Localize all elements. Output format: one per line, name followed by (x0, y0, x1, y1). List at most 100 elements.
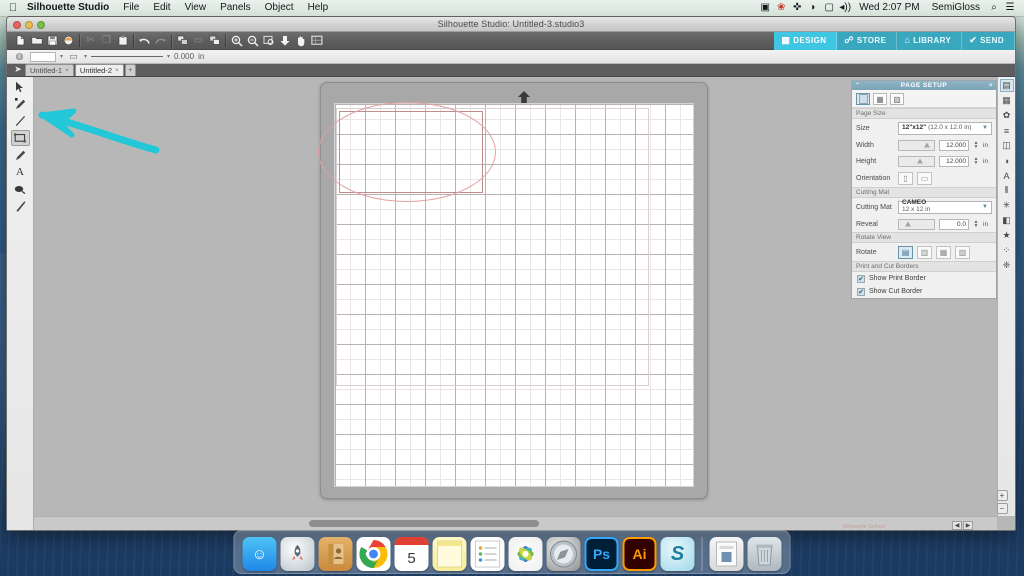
dock-chrome[interactable] (356, 537, 391, 571)
tab-design[interactable]: ▦ DESIGN (774, 31, 838, 50)
dock-photos[interactable] (508, 537, 543, 571)
airplay-icon[interactable]: ▢ (821, 0, 837, 16)
cut-button[interactable]: ✄ (83, 33, 98, 48)
width-input[interactable]: 12.000 (939, 139, 969, 151)
weld-icon[interactable] (207, 33, 222, 48)
horizontal-scrollbar[interactable]: Silhouette School ◀ ▶ (34, 516, 997, 530)
page-setup-rail-icon[interactable]: ▤ (999, 79, 1014, 92)
rectangle-tool[interactable] (10, 130, 30, 146)
dock-document[interactable] (709, 537, 744, 571)
chevron-icon[interactable]: ⌃ (855, 82, 861, 89)
close-icon[interactable]: × (989, 83, 993, 89)
document-tab-untitled-2[interactable]: Untitled-2 × (74, 64, 124, 76)
line-style-preview[interactable] (91, 52, 164, 62)
menu-bar-user[interactable]: SemiGloss (926, 0, 986, 16)
eraser-tool[interactable] (11, 181, 30, 197)
panel-titlebar[interactable]: ⌃ PAGE SETUP × (852, 81, 996, 90)
line-chevron-down-icon[interactable]: ▾ (84, 53, 87, 60)
copy-button[interactable]: ❐ (99, 33, 114, 48)
fill-rail-icon[interactable]: ◧ (1000, 214, 1014, 227)
page-size-select[interactable]: 12"x12" (12.0 x 12.0 in) ▼ (898, 121, 992, 135)
zoom-selection-icon[interactable] (261, 33, 276, 48)
close-icon[interactable]: × (65, 67, 69, 74)
dock-photoshop[interactable]: Ps (584, 537, 619, 571)
height-slider[interactable] (898, 155, 935, 167)
tracing-rail-icon[interactable]: ❈ (1000, 259, 1014, 272)
dock-reminders[interactable] (470, 537, 505, 571)
fill-chevron-down-icon[interactable]: ▾ (60, 53, 63, 60)
dock-finder[interactable]: ☺ (242, 537, 277, 571)
new-document-button[interactable] (13, 33, 28, 48)
effects-rail-icon[interactable]: ✳ (1000, 199, 1014, 212)
reveal-input[interactable]: 0.0 (939, 218, 969, 230)
window-titlebar[interactable]: Silhouette Studio: Untitled-3.studio3 (7, 17, 1015, 32)
show-cut-border-checkbox[interactable]: ✔ Show Cut Border (852, 285, 996, 298)
portrait-icon[interactable]: ▯ (898, 171, 913, 185)
chevron-down-icon[interactable]: ▼ (982, 204, 988, 210)
apple-logo-icon[interactable]:  (6, 2, 20, 14)
down-arrow-icon[interactable] (277, 33, 292, 48)
wifi-icon[interactable]: ◗ (805, 0, 821, 16)
tab-store[interactable]: ☍ STORE (837, 31, 898, 50)
tab-library[interactable]: ⌂ LIBRARY (897, 31, 963, 50)
text-tool[interactable]: A (11, 164, 30, 180)
dock-trash[interactable] (747, 537, 782, 571)
rotate-0-icon[interactable]: ▤ (898, 245, 913, 259)
fit-window-icon[interactable] (309, 33, 324, 48)
width-slider[interactable] (898, 139, 935, 151)
line-width-value[interactable]: 0.000 (174, 52, 194, 61)
dock-silhouette-studio[interactable]: S (660, 537, 695, 571)
save-document-button[interactable] (45, 33, 60, 48)
text-style-rail-icon[interactable]: A (1000, 169, 1014, 182)
redo-arrow-icon[interactable] (153, 33, 168, 48)
line-tool[interactable] (11, 113, 30, 129)
menu-app-name[interactable]: Silhouette Studio (20, 0, 116, 16)
dock-launchpad[interactable] (280, 537, 315, 571)
group-icon[interactable] (175, 33, 190, 48)
cut-settings-rail-icon[interactable]: ▦ (1000, 94, 1014, 107)
store-rail-icon[interactable]: ⁘ (1000, 244, 1014, 257)
fill-swatch-icon[interactable]: ◍ (13, 51, 26, 62)
reveal-stepper[interactable]: ▲ ▼ (973, 220, 979, 229)
magnifier-plus-icon[interactable] (229, 33, 244, 48)
close-icon[interactable]: × (115, 67, 119, 74)
page-grid[interactable] (318, 102, 694, 487)
bluetooth-icon[interactable]: ✜ (789, 0, 805, 16)
zoom-in-button[interactable]: + (996, 490, 1008, 501)
select-tool[interactable] (11, 79, 30, 95)
rotate-180-icon[interactable]: ▦ (936, 245, 951, 259)
menu-bar-clock[interactable]: Wed 2:07 PM (853, 0, 925, 16)
hand-icon[interactable] (293, 33, 308, 48)
nav-prev-button[interactable]: ◀ (952, 521, 962, 530)
nav-next-button[interactable]: ▶ (963, 521, 973, 530)
document-tab-untitled-1[interactable]: Untitled-1 × (25, 64, 74, 76)
width-stepper[interactable]: ▲ ▼ (973, 141, 979, 150)
dock-notes[interactable] (432, 537, 467, 571)
modify-rail-icon[interactable]: ◑ (1000, 154, 1014, 167)
menu-panels[interactable]: Panels (213, 0, 258, 16)
page-tab[interactable] (856, 93, 870, 105)
transform-rail-icon[interactable]: ◫ (1000, 139, 1014, 152)
sketch-rail-icon[interactable]: ✿ (1000, 109, 1014, 122)
paste-button[interactable] (115, 33, 130, 48)
display-icon[interactable]: ▣ (757, 0, 773, 16)
reveal-slider[interactable] (898, 218, 935, 230)
dock-illustrator[interactable]: Ai (622, 537, 657, 571)
rotate-90-icon[interactable]: ▥ (917, 245, 932, 259)
menu-file[interactable]: File (116, 0, 146, 16)
magnifier-minus-icon[interactable] (245, 33, 260, 48)
cutting-mat-select[interactable]: CAMEO 12 x 12 in ▼ (898, 199, 992, 214)
chevron-down-icon[interactable]: ▼ (982, 125, 988, 131)
show-print-border-checkbox[interactable]: ✔ Show Print Border (852, 272, 996, 285)
ungroup-icon[interactable]: ▭ (191, 33, 206, 48)
rotate-270-icon[interactable]: ▧ (955, 245, 970, 259)
menu-help[interactable]: Help (301, 0, 336, 16)
undo-arrow-icon[interactable] (137, 33, 152, 48)
height-input[interactable]: 12.000 (939, 155, 969, 167)
scrollbar-thumb[interactable] (309, 520, 539, 527)
ellipse-shape[interactable] (318, 102, 496, 202)
align-rail-icon[interactable]: ≡ (1000, 124, 1014, 137)
library-rail-icon[interactable]: ★ (1000, 229, 1014, 242)
height-stepper[interactable]: ▲ ▼ (973, 157, 979, 166)
fill-color-field[interactable] (30, 51, 56, 62)
